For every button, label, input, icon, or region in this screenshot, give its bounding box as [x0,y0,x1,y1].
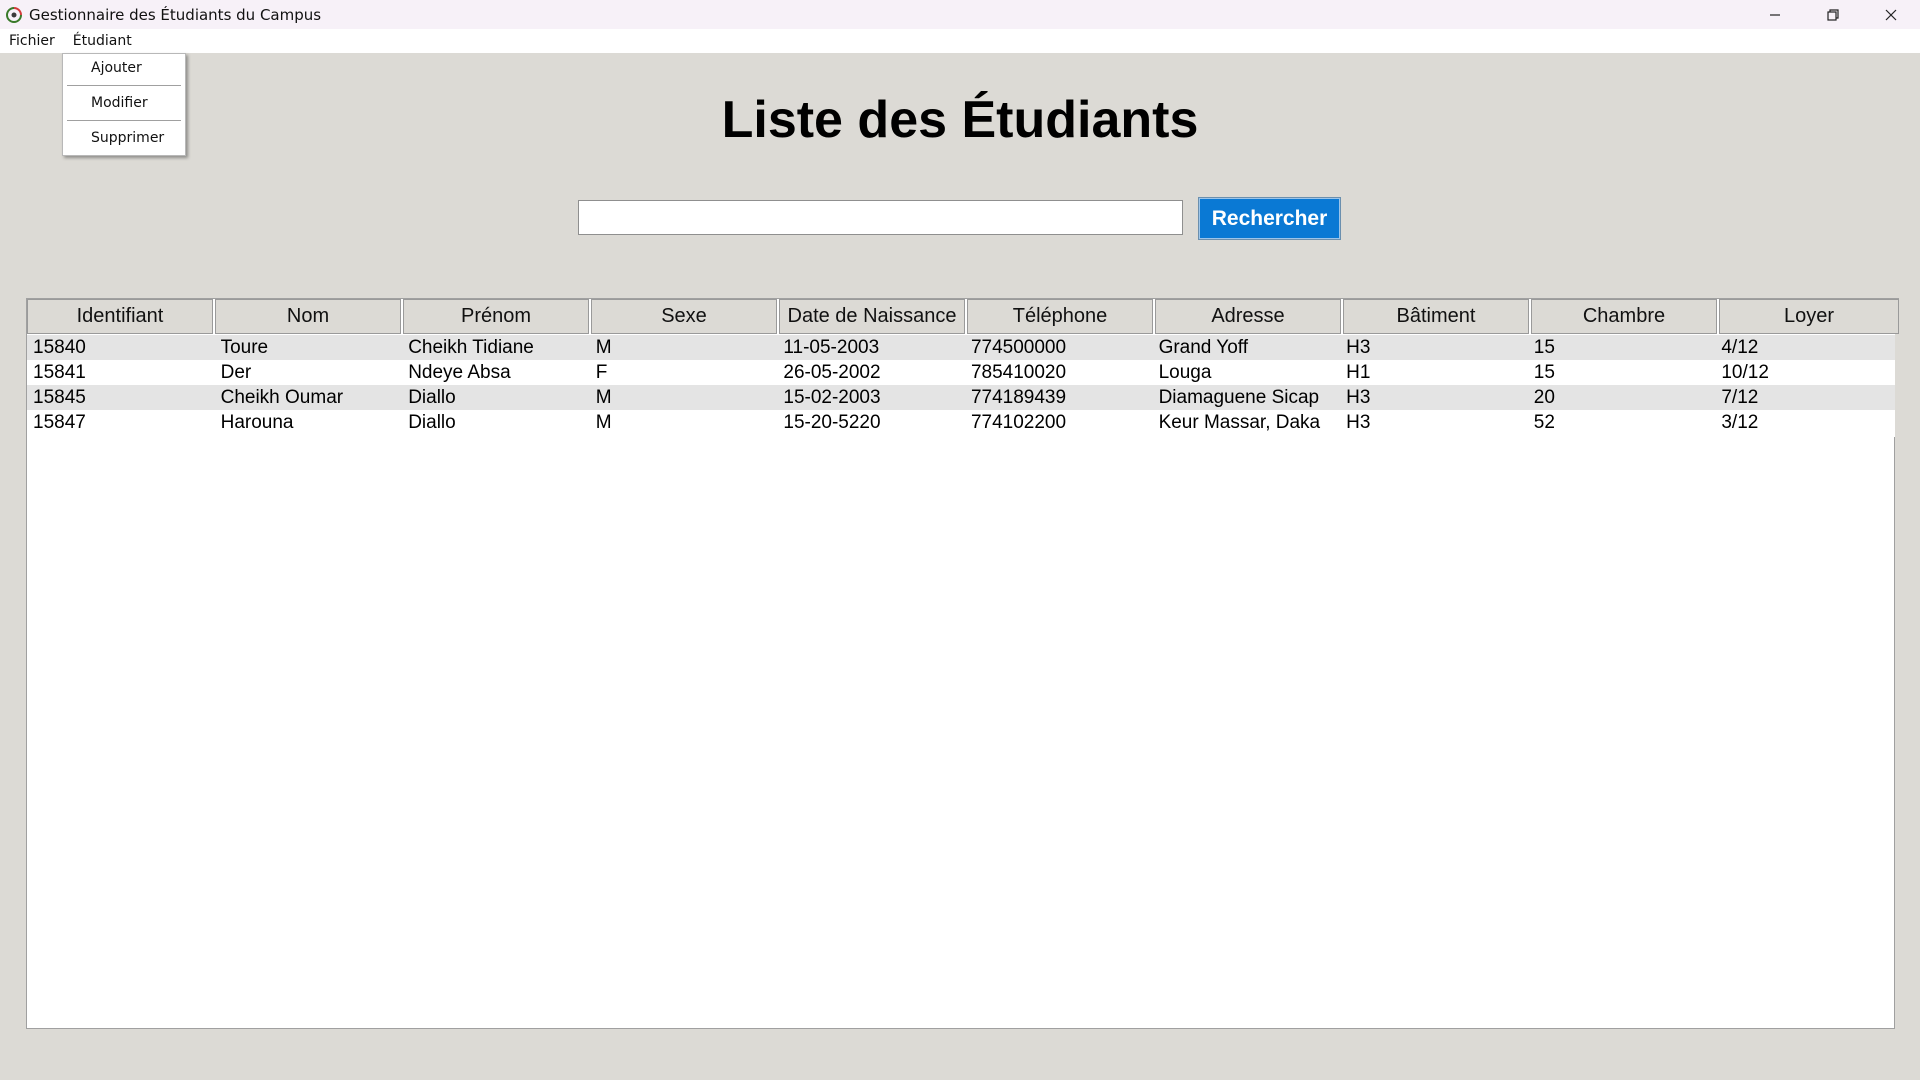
cell-sexe: M [595,412,612,433]
column-header-loyer[interactable]: Loyer [1719,299,1899,334]
cell-prenom: Diallo [408,412,456,433]
cell-telephone: 785410020 [970,362,1067,383]
menu-fichier[interactable]: Fichier [0,29,64,53]
cell-batiment: H3 [1346,337,1371,358]
close-icon [1885,9,1897,20]
cell-adresse: Louga [1158,362,1212,383]
restore-icon [1827,8,1839,21]
column-header-date-naissance[interactable]: Date de Naissance [779,299,965,334]
cell-nom: Harouna [220,412,294,433]
cell-telephone: 774500000 [970,337,1067,358]
cell-prenom: Ndeye Absa [408,362,511,383]
window-title: Gestionnaire des Étudiants du Campus [29,5,322,24]
cell-prenom: Cheikh Tidiane [408,337,534,358]
cell-chambre: 20 [1533,387,1555,408]
cell-identifiant: 15845 [33,387,86,408]
column-header-batiment[interactable]: Bâtiment [1343,299,1529,334]
table-row[interactable]: 15847 Harouna Diallo M 15-20-5220 774102… [27,410,1895,435]
restore-button[interactable] [1804,0,1862,29]
column-header-telephone[interactable]: Téléphone [967,299,1153,334]
search-input[interactable] [578,200,1183,235]
table-row[interactable]: 15841 Der Ndeye Absa F 26-05-2002 785410… [27,360,1895,385]
cell-telephone: 774102200 [970,412,1067,433]
cell-loyer: 10/12 [1721,362,1769,383]
cell-date-naissance: 11-05-2003 [783,337,880,358]
cell-adresse: Keur Massar, Daka [1158,412,1321,433]
table-body: 15840 Toure Cheikh Tidiane M 11-05-2003 … [27,335,1895,435]
cell-date-naissance: 26-05-2002 [783,362,881,383]
app-icon [6,6,22,23]
menu-bar: Fichier Étudiant [0,29,1920,53]
cell-chambre: 15 [1533,362,1555,383]
cell-nom: Der [220,362,252,383]
cell-batiment: H3 [1346,387,1371,408]
cell-chambre: 15 [1533,337,1555,358]
cell-nom: Cheikh Oumar [220,387,344,408]
table-row[interactable]: 15845 Cheikh Oumar Diallo M 15-02-2003 7… [27,385,1895,410]
cell-loyer: 4/12 [1721,337,1759,358]
column-header-adresse[interactable]: Adresse [1155,299,1341,334]
minimize-icon [1770,13,1780,16]
table-border [1894,437,1895,1029]
window-controls [1746,0,1920,29]
table-header: Identifiant Nom Prénom Sexe Date de Nais… [27,298,1899,336]
column-header-prenom[interactable]: Prénom [403,299,589,334]
cell-adresse: Diamaguene Sicap [1158,387,1320,408]
cell-date-naissance: 15-20-5220 [783,412,881,433]
cell-telephone: 774189439 [970,387,1067,408]
cell-sexe: F [595,362,608,383]
cell-loyer: 3/12 [1721,412,1759,433]
cell-prenom: Diallo [408,387,456,408]
cell-identifiant: 15840 [33,337,86,358]
cell-sexe: M [595,337,612,358]
menu-item-ajouter[interactable]: Ajouter [91,60,142,76]
cell-sexe: M [595,387,612,408]
table-row[interactable]: 15840 Toure Cheikh Tidiane M 11-05-2003 … [27,335,1895,360]
minimize-button[interactable] [1746,0,1804,29]
cell-date-naissance: 15-02-2003 [783,387,881,408]
cell-identifiant: 15847 [33,412,86,433]
cell-identifiant: 15841 [33,362,86,383]
students-table: Identifiant Nom Prénom Sexe Date de Nais… [26,298,1899,1029]
column-header-nom[interactable]: Nom [215,299,401,334]
search-button[interactable]: Rechercher [1198,197,1341,240]
menu-etudiant[interactable]: Étudiant [64,29,141,53]
cell-chambre: 52 [1533,412,1555,433]
menu-separator [67,85,181,86]
title-bar: Gestionnaire des Étudiants du Campus [0,0,1920,29]
page-title: Liste des Étudiants [721,91,1199,149]
cell-nom: Toure [220,337,269,358]
cell-batiment: H3 [1346,412,1371,433]
cell-loyer: 7/12 [1721,387,1759,408]
cell-batiment: H1 [1346,362,1371,383]
column-header-chambre[interactable]: Chambre [1531,299,1717,334]
close-button[interactable] [1862,0,1920,29]
column-header-identifiant[interactable]: Identifiant [27,299,213,334]
cell-adresse: Grand Yoff [1158,337,1249,358]
column-header-sexe[interactable]: Sexe [591,299,777,334]
